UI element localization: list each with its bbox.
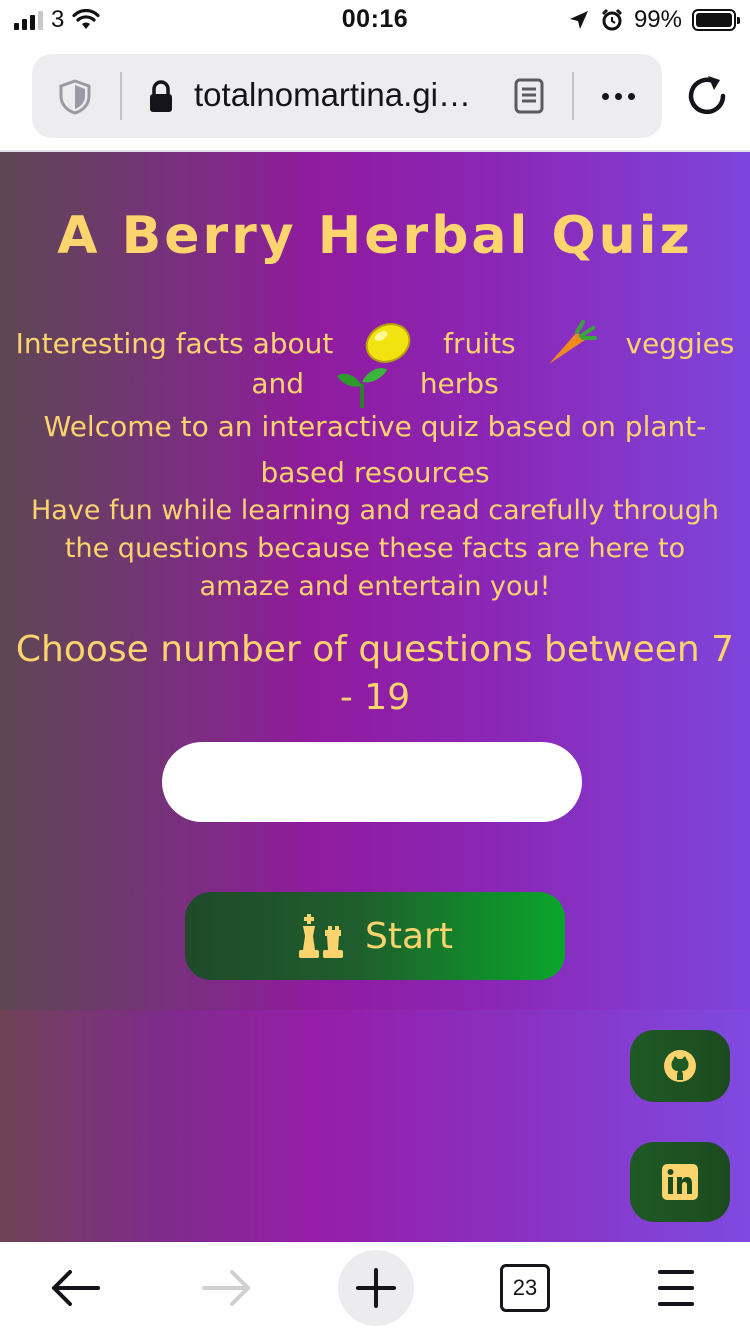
more-icon[interactable] bbox=[592, 72, 644, 120]
chess-icon bbox=[299, 914, 344, 958]
url-separator bbox=[572, 72, 574, 120]
url-bar[interactable]: totalnomartina.gi… bbox=[32, 54, 662, 138]
menu-icon[interactable] bbox=[656, 1266, 696, 1310]
github-link[interactable] bbox=[630, 1030, 730, 1102]
facts-intro-line: Interesting facts about fruits veggies bbox=[0, 318, 750, 368]
location-arrow-icon bbox=[569, 11, 588, 29]
facts-intro-line-2: and herbs bbox=[0, 362, 750, 408]
tabs-counter[interactable]: 23 bbox=[500, 1264, 550, 1312]
quiz-page: A Berry Herbal Quiz Interesting facts ab… bbox=[0, 152, 750, 1242]
status-bar: 3 00:16 99% bbox=[0, 0, 750, 40]
carrot-icon bbox=[548, 320, 597, 364]
lemon-icon bbox=[365, 323, 411, 363]
plus-icon bbox=[356, 1268, 396, 1308]
question-count-label: Choose number of questions between 7 - 1… bbox=[15, 629, 735, 718]
page-title: A Berry Herbal Quiz bbox=[57, 206, 693, 266]
lock-icon bbox=[150, 80, 172, 112]
start-button[interactable]: Start bbox=[185, 892, 565, 980]
reload-icon[interactable] bbox=[682, 70, 732, 120]
facts-herbs: herbs bbox=[419, 367, 499, 400]
url-text[interactable]: totalnomartina.gi… bbox=[194, 76, 471, 114]
url-separator bbox=[120, 72, 122, 120]
start-label: Start bbox=[365, 915, 453, 957]
new-tab-button[interactable] bbox=[338, 1250, 414, 1326]
facts-veggies: veggies bbox=[625, 326, 735, 360]
facts-and: and bbox=[251, 367, 304, 400]
facts-prefix: Interesting facts about bbox=[15, 326, 334, 360]
back-arrow-icon[interactable] bbox=[48, 1264, 102, 1312]
alarm-icon bbox=[601, 8, 623, 31]
facts-fruits: fruits bbox=[443, 326, 516, 360]
battery-percent: 99% bbox=[633, 6, 682, 33]
seedling-icon bbox=[336, 368, 387, 408]
browser-toolbar-top: totalnomartina.gi… bbox=[0, 40, 750, 152]
shield-icon[interactable] bbox=[56, 78, 94, 116]
welcome-text: Welcome to an interactive quiz based on … bbox=[43, 410, 707, 489]
linkedin-icon bbox=[662, 1164, 698, 1200]
github-icon bbox=[664, 1050, 696, 1082]
reader-mode-icon[interactable] bbox=[514, 78, 544, 114]
battery-icon bbox=[692, 9, 740, 31]
have-fun-text: Have fun while learning and read careful… bbox=[31, 495, 719, 602]
question-count-input[interactable] bbox=[162, 742, 582, 822]
forward-arrow-icon[interactable] bbox=[200, 1264, 254, 1312]
status-right: 99% bbox=[568, 6, 740, 34]
linkedin-link[interactable] bbox=[630, 1142, 730, 1222]
browser-toolbar-bottom: 23 bbox=[0, 1242, 750, 1334]
